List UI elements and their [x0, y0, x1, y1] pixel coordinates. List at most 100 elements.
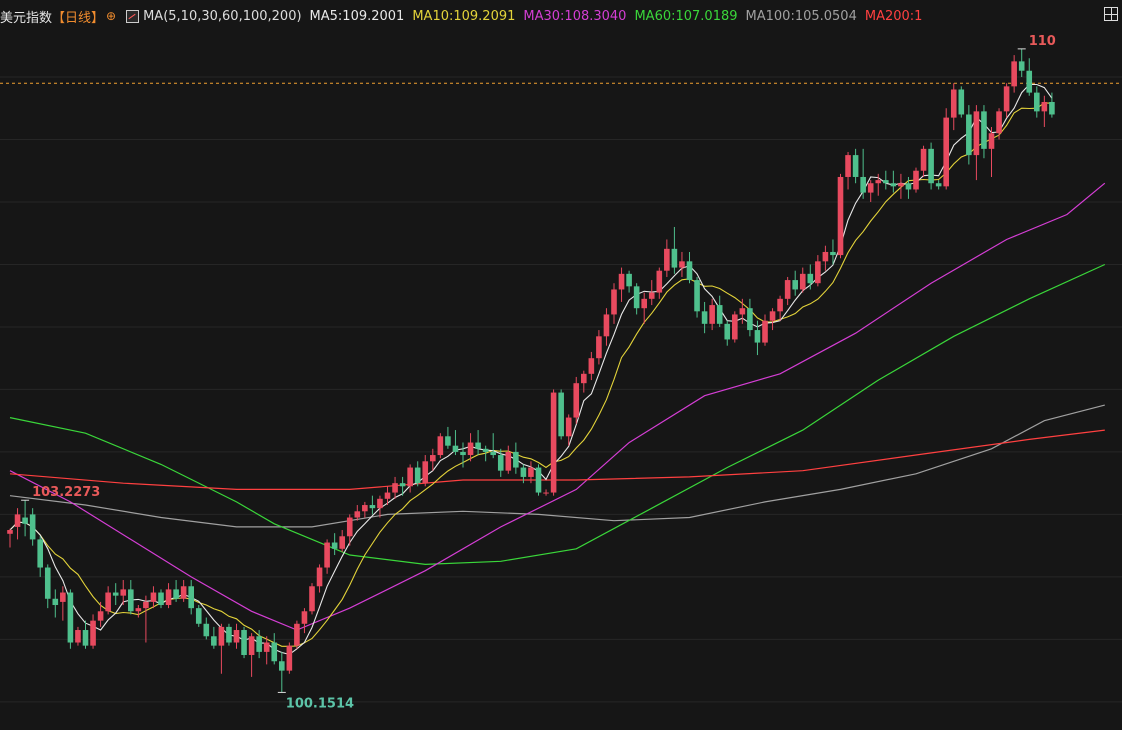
candle-body: [384, 492, 391, 499]
candle-body: [120, 589, 127, 596]
candle-body: [958, 89, 965, 115]
instrument-title[interactable]: 美元指数: [0, 7, 52, 26]
candle-body: [762, 320, 768, 343]
candle-body: [747, 308, 753, 331]
candle-body: [339, 536, 345, 549]
candle-body: [996, 111, 1002, 134]
candle-body: [407, 467, 413, 487]
candle-body: [988, 133, 995, 149]
candle-body: [392, 483, 398, 493]
candle-body: [286, 645, 293, 671]
candle-body: [822, 251, 829, 262]
candle-body: [867, 183, 874, 193]
candle-body: [467, 442, 474, 456]
candle-body: [165, 589, 172, 606]
candle-body: [180, 586, 187, 599]
annotation-label: 100.1514: [286, 696, 354, 711]
candle-body: [173, 589, 179, 599]
candle-body: [112, 592, 119, 596]
candle-body: [1034, 92, 1040, 112]
candle-body: [414, 467, 421, 484]
crosshair-icon[interactable]: ⊕: [106, 9, 116, 23]
candle-body: [928, 148, 934, 184]
candle-body: [211, 636, 217, 646]
candle-body: [694, 280, 700, 312]
candle-body: [581, 373, 587, 384]
candle-body: [792, 280, 798, 290]
candle-body: [648, 292, 655, 299]
candle-body: [452, 445, 459, 452]
candle-body: [324, 542, 330, 568]
candle-body: [97, 611, 104, 621]
candle-body: [573, 383, 580, 418]
candle-body: [883, 180, 889, 184]
candle-body: [497, 455, 504, 471]
candle-body: [67, 592, 74, 643]
candle-body: [777, 298, 783, 312]
candle-body: [60, 592, 66, 602]
candle-body: [294, 623, 300, 646]
candle-body: [966, 114, 972, 156]
candle-body: [422, 461, 429, 484]
candle-body: [475, 442, 481, 449]
ma5-value: MA5:109.2001: [309, 8, 405, 24]
candle-body: [618, 273, 625, 290]
candle-body: [226, 626, 232, 643]
candle-body: [724, 323, 731, 340]
candle-body: [256, 636, 262, 652]
ma10-value: MA10:109.2091: [412, 8, 516, 24]
candle-body: [233, 630, 240, 643]
candle-body: [460, 451, 466, 456]
annotation-label: 103.2273: [32, 485, 100, 500]
candle-body: [362, 505, 368, 512]
candle-body: [845, 155, 851, 177]
candle-body: [875, 180, 882, 184]
candle-body: [535, 467, 542, 493]
candle-body: [626, 273, 632, 287]
candle-body: [611, 289, 617, 315]
indicator-settings-icon[interactable]: [126, 9, 140, 23]
candle-body: [37, 539, 43, 568]
layout-grid-icon[interactable]: [1104, 7, 1118, 21]
candle-body: [203, 623, 210, 637]
candle-body: [716, 305, 723, 324]
candle-body: [7, 530, 13, 534]
candle-body: [90, 620, 96, 646]
candle-body: [399, 483, 406, 487]
candle-body: [309, 586, 315, 612]
candle-body: [1003, 86, 1010, 112]
candle-body: [528, 467, 534, 477]
candle-body: [158, 592, 164, 606]
candle-body: [973, 111, 980, 156]
candle-body: [565, 417, 572, 437]
candle-body: [218, 626, 225, 646]
ma100-line: [9, 404, 1105, 528]
candle-body: [935, 183, 942, 187]
candle-body: [482, 448, 489, 452]
candle-body: [686, 261, 693, 281]
ma-params-label[interactable]: MA(5,10,30,60,100,200): [143, 9, 301, 24]
candle-body: [550, 392, 557, 493]
candle-body: [520, 467, 527, 477]
candle-body: [369, 505, 376, 509]
chart-header: 美元指数 【日线】 ⊕ MA(5,10,30,60,100,200) MA5:1…: [0, 0, 1122, 32]
ma30-value: MA30:108.3040: [523, 8, 627, 24]
candle-body: [943, 117, 949, 187]
candle-body: [437, 436, 444, 456]
candle-body: [603, 314, 610, 337]
candle-body: [656, 270, 663, 293]
ma200-value: MA200:1: [864, 8, 923, 24]
ma100-value: MA100:105.0504: [745, 8, 857, 24]
candlestick-chart[interactable]: 103.2273 100.1514 110: [0, 32, 1122, 730]
candle-body: [331, 542, 338, 549]
candle-body: [1011, 61, 1017, 87]
candle-body: [837, 176, 844, 256]
candle-body: [596, 336, 602, 359]
candle-body: [195, 608, 202, 624]
candle-body: [701, 311, 708, 324]
candle-body: [29, 514, 36, 540]
candle-body: [664, 248, 670, 271]
candle-body: [279, 661, 285, 671]
candle-body: [679, 261, 685, 268]
period-selector[interactable]: 【日线】: [52, 7, 104, 26]
